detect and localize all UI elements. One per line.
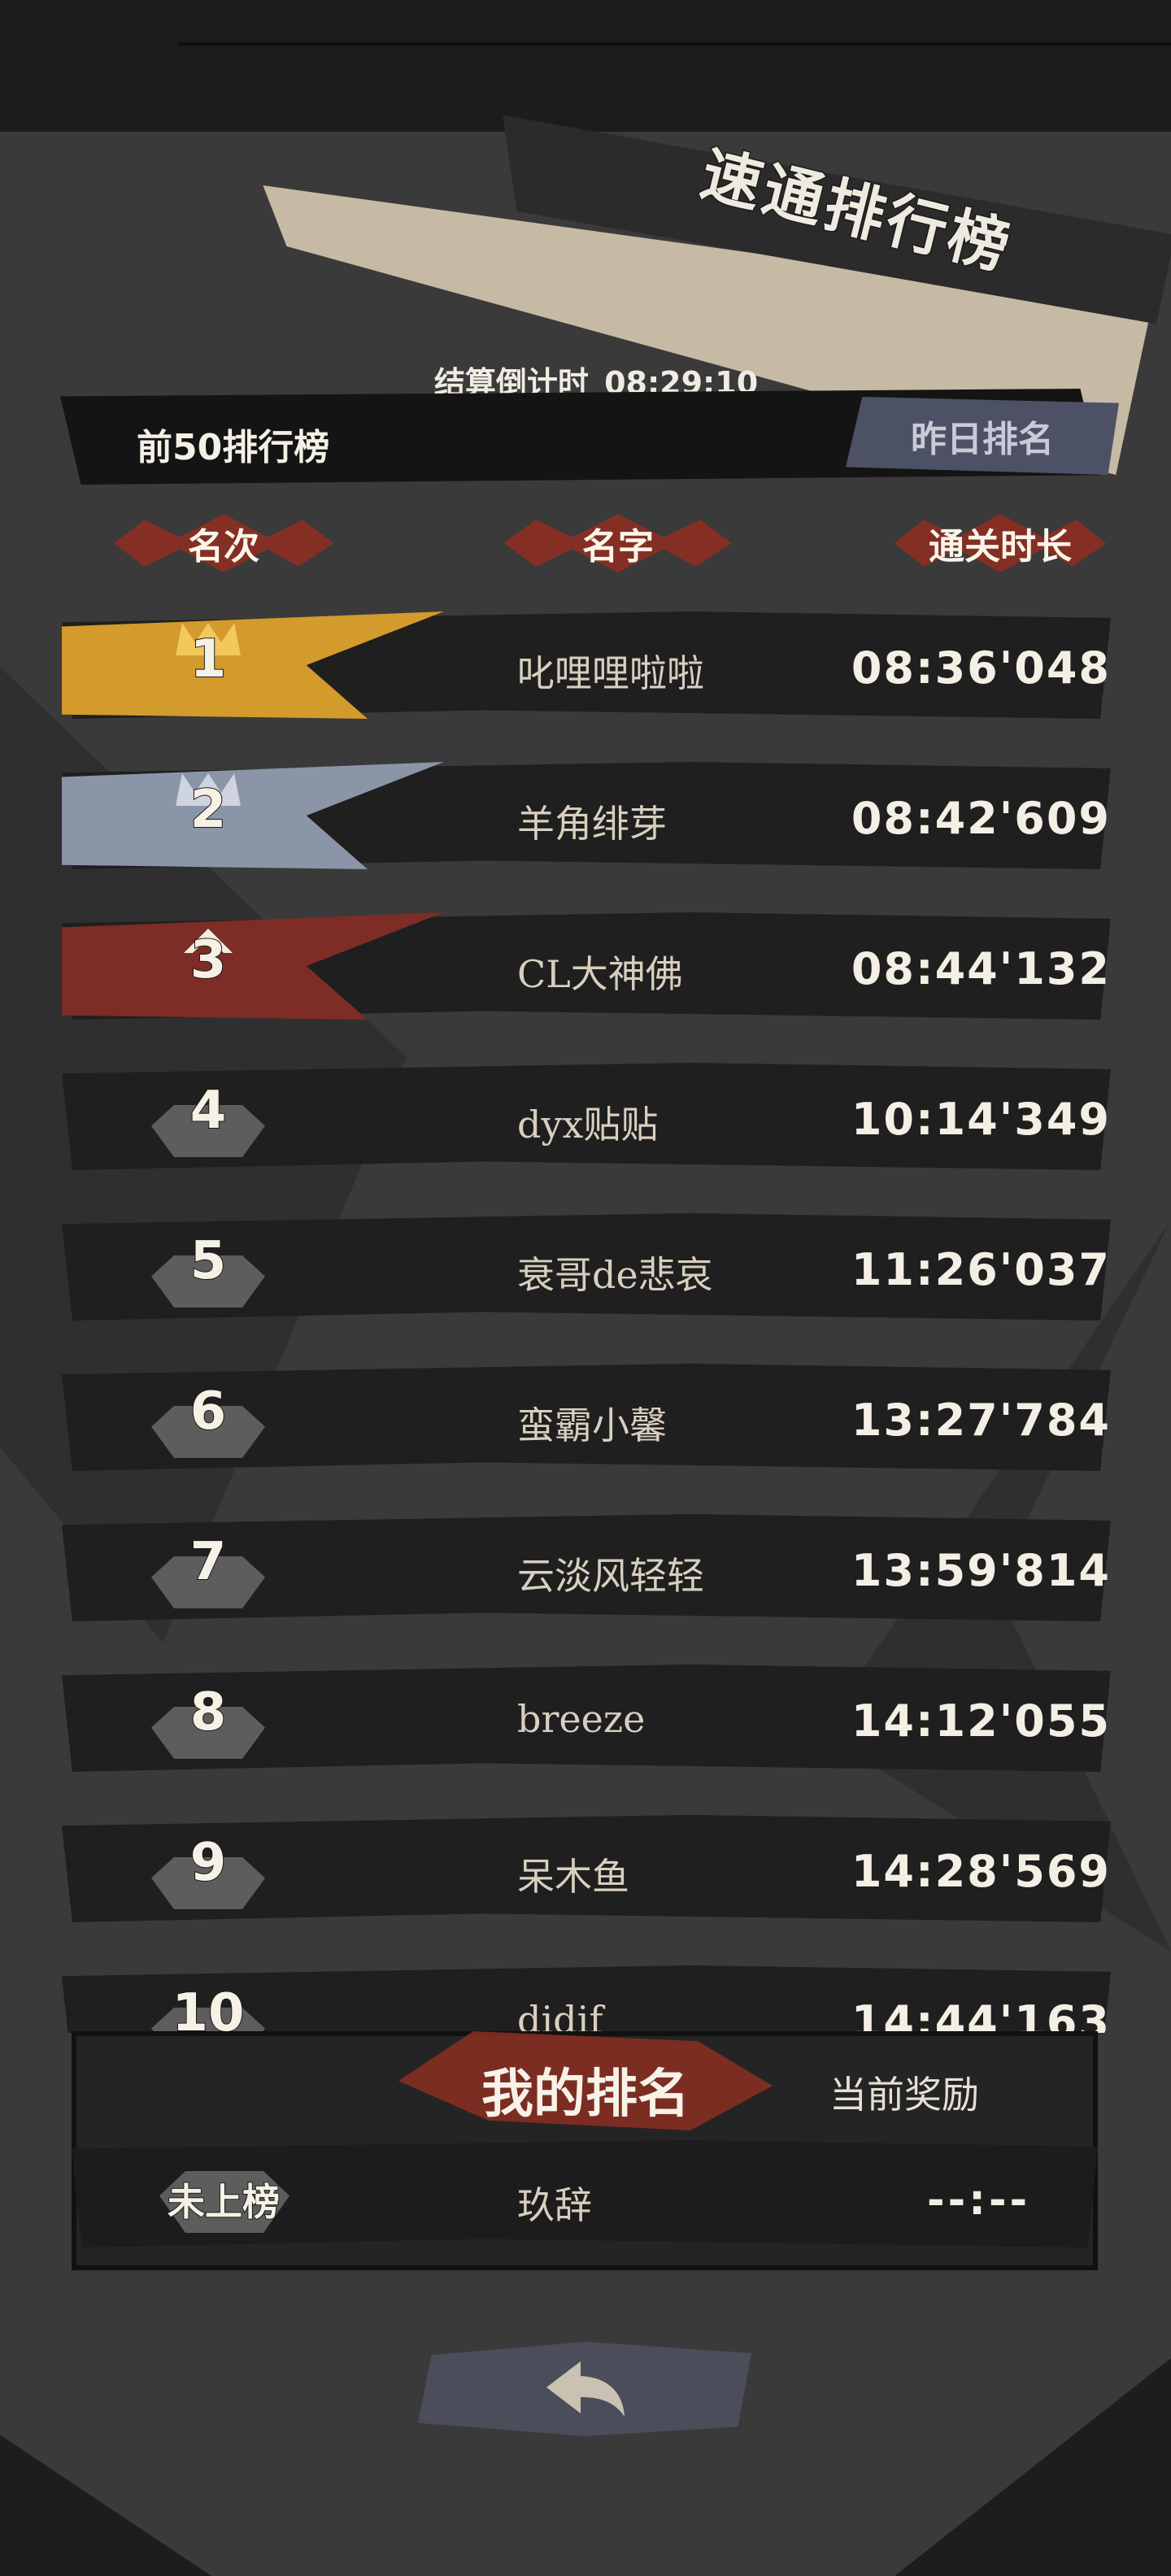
player-name: 呆木鱼: [517, 1855, 629, 1899]
column-header-rank-label: 名次: [188, 526, 259, 568]
leaderboard-row[interactable]: 4 dyx贴贴 10:14'349: [62, 1053, 1111, 1175]
decorative-shard: [895, 2358, 1171, 2576]
player-name: 叱哩哩啦啦: [517, 651, 704, 695]
leaderboard-row[interactable]: 2 羊角绯芽 08:42'609: [62, 752, 1111, 874]
player-name: 蛮霸小馨: [517, 1403, 667, 1447]
clear-time: 13:59'814: [851, 1545, 1111, 1596]
column-header-time-label: 通关时长: [929, 526, 1072, 568]
leaderboard-row[interactable]: 5 衰哥de悲哀 11:26'037: [62, 1203, 1111, 1325]
player-name: 云淡风轻轻: [517, 1554, 704, 1598]
player-name: dyx贴贴: [517, 1103, 659, 1147]
rank-number: 5: [189, 1230, 228, 1292]
my-clear-time: --:--: [927, 2176, 1031, 2225]
rank-number: 7: [189, 1531, 228, 1593]
rank-number: 8: [189, 1682, 228, 1743]
column-header-rank: 名次: [114, 514, 333, 572]
clear-time: 10:14'349: [851, 1094, 1111, 1145]
my-rank-value: 未上榜: [167, 2179, 281, 2225]
column-header-time: 通关时长: [895, 514, 1106, 572]
current-reward-link[interactable]: 当前奖励: [829, 2065, 979, 2119]
rank-number: 9: [189, 1832, 228, 1894]
yesterday-ranking-button[interactable]: 昨日排名: [846, 397, 1119, 475]
my-ranking-title: 我的排名: [481, 2065, 690, 2125]
clear-time: 08:36'048: [851, 642, 1111, 694]
player-name: CL大神佛: [517, 952, 683, 996]
player-name: breeze: [517, 1697, 646, 1741]
my-player-name: 玖辞: [517, 2183, 592, 2227]
clear-time: 11:26'037: [851, 1244, 1111, 1295]
back-arrow-icon: [546, 2361, 625, 2417]
leaderboard-row[interactable]: 3 CL大神佛 08:44'132: [62, 903, 1111, 1025]
rank-number: 2: [189, 779, 228, 841]
player-name: 羊角绯芽: [517, 802, 667, 846]
clear-time: 14:12'055: [851, 1695, 1111, 1747]
rank-number: 4: [189, 1080, 228, 1142]
leaderboard-row[interactable]: 7 云淡风轻轻 13:59'814: [62, 1504, 1111, 1626]
leaderboard-list[interactable]: 1 叱哩哩啦啦 08:36'048 2 羊角绯芽 08:42'609 3 CL大神佛 08:44…: [0, 602, 1171, 2033]
clear-time: 14:28'569: [851, 1846, 1111, 1897]
column-header-name-label: 名字: [582, 526, 654, 568]
tab-top50[interactable]: 前50排行榜: [137, 418, 329, 470]
player-name: 衰哥de悲哀: [517, 1253, 713, 1297]
player-name: didif: [517, 1998, 603, 2033]
leaderboard-row[interactable]: 10 didif 14:44'163: [62, 1956, 1111, 2033]
top-bar: [0, 0, 1171, 132]
column-header-name: 名字: [504, 514, 732, 572]
clear-time: 13:27'784: [851, 1395, 1111, 1446]
rank-number: 6: [189, 1381, 228, 1442]
leaderboard-row[interactable]: 6 蛮霸小馨 13:27'784: [62, 1354, 1111, 1476]
clear-time: 08:42'609: [851, 793, 1111, 844]
leaderboard-row[interactable]: 9 呆木鱼 14:28'569: [62, 1805, 1111, 1927]
clear-time: 14:44'163: [851, 1996, 1111, 2033]
decorative-shard: [0, 2435, 211, 2576]
rank-number: 10: [171, 1982, 245, 2033]
top-bar-divider: [179, 42, 1171, 46]
back-button[interactable]: [418, 2342, 751, 2436]
clear-time: 08:44'132: [851, 943, 1111, 994]
leaderboard-row[interactable]: 8 breeze 14:12'055: [62, 1655, 1111, 1777]
rank-number: 3: [189, 929, 228, 991]
leaderboard-row[interactable]: 1 叱哩哩啦啦 08:36'048: [62, 602, 1111, 724]
rank-number: 1: [189, 629, 228, 690]
